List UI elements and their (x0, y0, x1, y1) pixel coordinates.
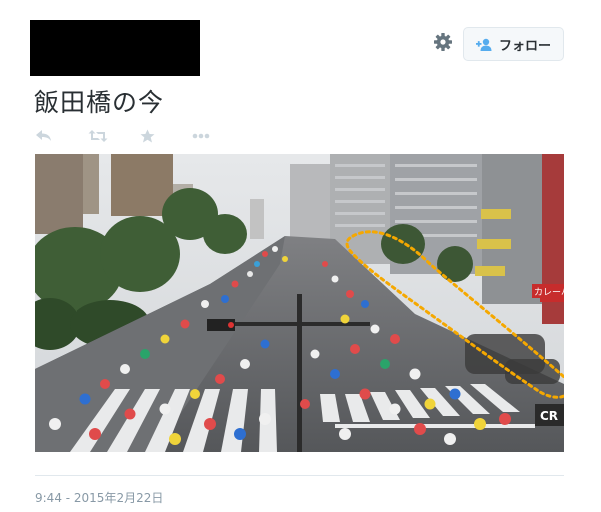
tweet-actions (36, 127, 244, 145)
redacted-username (30, 20, 200, 76)
favorite-icon[interactable] (140, 127, 192, 145)
tweet-timestamp[interactable]: 9:44 - 2015年2月22日 (35, 489, 163, 506)
corner-sign: CR (540, 409, 558, 423)
tweet-photo[interactable]: カレーハウス CR (35, 154, 564, 452)
reply-icon[interactable] (36, 127, 88, 145)
add-user-icon (475, 38, 493, 51)
marathon-photo-illustration: カレーハウス CR (35, 154, 564, 452)
divider (35, 475, 564, 476)
gear-icon[interactable] (432, 31, 454, 53)
follow-label: フォロー (498, 38, 551, 54)
follow-button[interactable]: フォロー (463, 27, 564, 61)
more-icon[interactable] (192, 127, 244, 145)
retweet-icon[interactable] (88, 127, 140, 145)
shop-sign: カレーハウス (534, 287, 564, 298)
tweet-text: 飯田橋の今 (34, 88, 165, 117)
